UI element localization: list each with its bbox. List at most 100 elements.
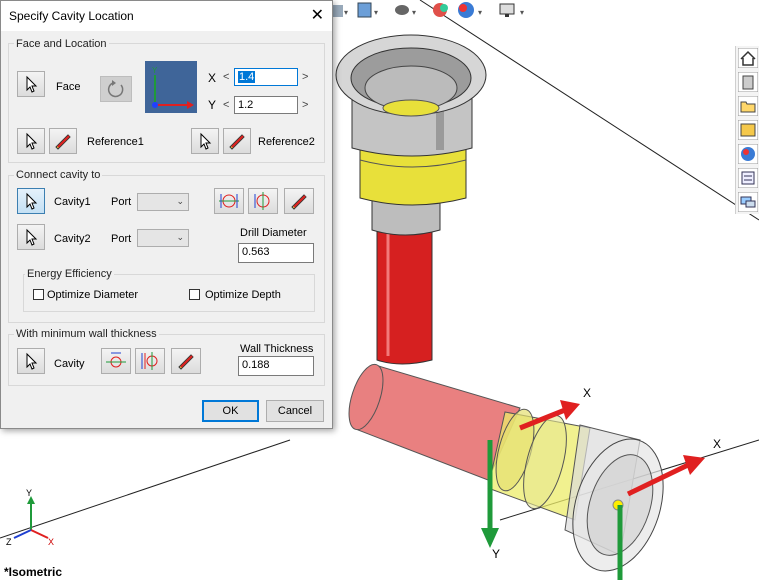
dialog-titlebar[interactable]: Specify Cavity Location ✕	[1, 1, 332, 31]
scene-icon[interactable]: ▾	[458, 2, 482, 18]
display-monitor-icon[interactable]: ▾	[499, 3, 524, 17]
port1-dropdown[interactable]: ⌄	[137, 193, 189, 211]
task-pane-tabs	[735, 46, 759, 214]
cavity1-select-button[interactable]	[17, 188, 45, 214]
wall-thickness-input[interactable]: 0.188	[238, 356, 314, 376]
reference2-label: Reference2	[258, 136, 315, 148]
hide-show-icon[interactable]: ▾	[395, 5, 416, 17]
svg-text:▾: ▾	[520, 8, 524, 17]
axis-y-label: Y	[492, 547, 500, 561]
align-center-vertical-icon	[141, 352, 158, 370]
pointer-icon	[200, 132, 212, 150]
wall-pick-button[interactable]	[171, 348, 201, 374]
connect-pick-button[interactable]	[284, 188, 314, 214]
svg-text:Y: Y	[152, 66, 158, 75]
rotate-icon	[107, 80, 124, 98]
pointer-icon	[26, 228, 38, 246]
svg-text:▾: ▾	[412, 8, 416, 17]
chevron-down-icon: ⌄	[176, 196, 184, 206]
pointer-icon	[26, 352, 38, 370]
optimize-diameter-label: Optimize Diameter	[47, 289, 139, 301]
folder-icon[interactable]	[738, 96, 758, 116]
dialog-title: Specify Cavity Location	[9, 9, 134, 23]
face-preview-icon: Y	[145, 61, 197, 113]
drill-diameter-label: Drill Diameter	[240, 227, 307, 239]
reference1-label: Reference1	[87, 136, 144, 148]
ok-button[interactable]: OK	[202, 400, 259, 422]
optimize-depth-checkbox[interactable]	[189, 289, 200, 300]
triad-x-label: X	[48, 537, 54, 547]
align-vertical-button[interactable]	[248, 188, 278, 214]
y-value-input[interactable]: 1.2	[234, 96, 298, 114]
reference-pick-icon	[55, 134, 71, 150]
pointer-icon	[26, 75, 38, 93]
align-horizontal-button[interactable]	[214, 188, 244, 214]
port2-label: Port	[111, 233, 132, 245]
parts-library-icon[interactable]	[738, 72, 758, 92]
appearances-icon[interactable]	[738, 144, 758, 164]
x-decrement-icon[interactable]: <	[223, 71, 229, 83]
optimize-depth-label: Optimize Depth	[205, 289, 281, 301]
close-icon[interactable]: ✕	[311, 5, 324, 25]
y-increment-icon[interactable]: >	[302, 99, 308, 111]
axis-x-label-2: X	[713, 437, 721, 451]
pointer-icon	[26, 192, 38, 210]
orientation-triad: Y X Z	[6, 488, 54, 547]
triad-y-label: Y	[26, 488, 32, 498]
forum-icon[interactable]	[738, 192, 758, 212]
align-center-vertical-icon	[254, 192, 270, 210]
cavity2-label: Cavity2	[54, 233, 91, 245]
heads-up-toolbar: ▾ ▾ ▾ ▾ ▾	[333, 2, 524, 18]
wall-align-horizontal-button[interactable]	[101, 348, 131, 374]
home-icon[interactable]	[738, 48, 758, 68]
y-decrement-icon[interactable]: <	[223, 99, 229, 111]
energy-efficiency-label: Energy Efficiency	[25, 268, 114, 280]
lower-fitting[interactable]	[342, 360, 679, 582]
upper-fitting[interactable]	[335, 34, 487, 365]
axis-x-label: X	[583, 386, 591, 400]
x-label: X	[208, 71, 217, 85]
section-view-icon[interactable]: ▾	[333, 5, 348, 17]
wall-thickness-group-label: With minimum wall thickness	[14, 328, 159, 340]
custom-properties-icon[interactable]	[738, 168, 758, 188]
pointer-icon	[26, 132, 38, 150]
specify-cavity-location-dialog: Specify Cavity Location ✕ Face and Locat…	[0, 0, 333, 429]
view-palette-icon[interactable]	[738, 120, 758, 140]
wall-cavity-label: Cavity	[54, 358, 85, 370]
reference-pick-icon	[178, 354, 194, 370]
reference1-select-button[interactable]	[17, 128, 45, 154]
align-center-horizontal-icon	[106, 352, 126, 368]
face-select-button[interactable]	[17, 71, 45, 97]
svg-text:▾: ▾	[344, 8, 348, 17]
face-location-group-label: Face and Location	[14, 38, 109, 50]
view-orientation-icon[interactable]: ▾	[357, 2, 378, 18]
reference-pick-icon	[291, 194, 307, 210]
svg-text:▾: ▾	[478, 8, 482, 17]
wall-align-vertical-button[interactable]	[135, 348, 165, 374]
port1-label: Port	[111, 196, 132, 208]
cancel-button[interactable]: Cancel	[266, 400, 324, 422]
reference-pick-icon	[229, 134, 245, 150]
reference1-pick-button[interactable]	[49, 128, 77, 154]
cavity2-select-button[interactable]	[17, 224, 45, 250]
x-increment-icon[interactable]: >	[302, 71, 308, 83]
reference2-select-button[interactable]	[191, 128, 219, 154]
align-center-horizontal-icon	[219, 194, 239, 208]
wall-cavity-select-button[interactable]	[17, 348, 45, 374]
triad-z-label: Z	[6, 537, 12, 547]
cavity1-label: Cavity1	[54, 196, 91, 208]
reference2-pick-button[interactable]	[223, 128, 251, 154]
wall-thickness-label: Wall Thickness	[240, 343, 314, 355]
view-name-label: *Isometric	[4, 565, 63, 579]
face-label: Face	[56, 81, 81, 93]
connect-cavity-group-label: Connect cavity to	[14, 169, 103, 181]
chevron-down-icon: ⌄	[176, 232, 184, 242]
y-label: Y	[208, 98, 217, 112]
port2-dropdown[interactable]: ⌄	[137, 229, 189, 247]
appearance-icon[interactable]	[433, 3, 448, 17]
rotate-button[interactable]	[100, 76, 132, 102]
x-value-input[interactable]: 1.4	[234, 68, 298, 86]
svg-text:▾: ▾	[374, 8, 378, 17]
drill-diameter-input[interactable]: 0.563	[238, 243, 314, 263]
optimize-diameter-checkbox[interactable]	[33, 289, 44, 300]
